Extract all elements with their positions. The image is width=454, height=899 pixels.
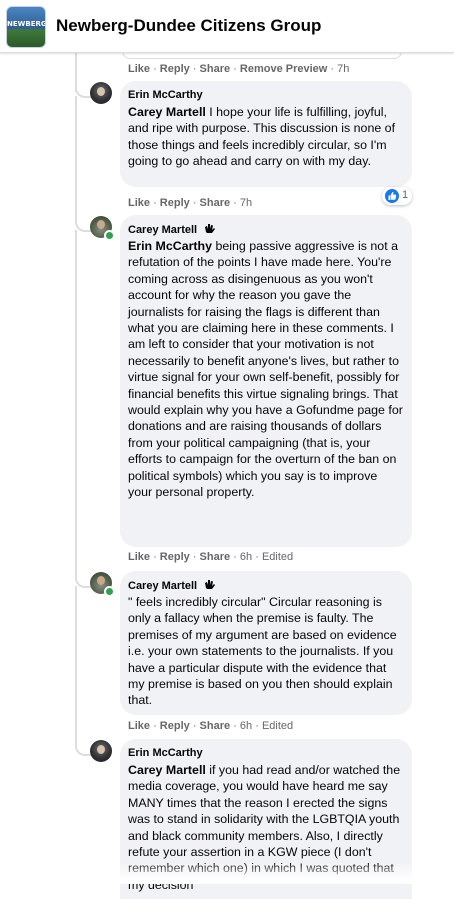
like-link[interactable]: Like <box>128 197 150 209</box>
comment-body: " feels incredibly circular" Circular re… <box>128 595 397 708</box>
comment-time[interactable]: 7h <box>240 197 252 209</box>
reaction-count: 1 <box>402 189 409 201</box>
thread-line <box>75 586 77 744</box>
comment-actions: Like · Reply · Share · 6h · Edited <box>128 720 294 732</box>
share-link[interactable]: Share <box>200 551 231 563</box>
comment-author[interactable]: Erin McCarthy <box>128 746 404 762</box>
group-logo[interactable]: NEWBERG <box>6 6 46 48</box>
comment-author[interactable]: Erin McCarthy <box>128 88 404 104</box>
comment-time[interactable]: 6h <box>240 551 252 563</box>
thread-branch <box>75 742 91 756</box>
comment-author-row: Carey Martell <box>128 578 404 594</box>
thread-line <box>75 96 77 220</box>
like-link[interactable]: Like <box>128 63 150 75</box>
comment-actions: Like · Reply · Share · 6h · Edited <box>128 551 294 563</box>
comment-bubble: Erin McCarthy Carey Martell I hope your … <box>120 81 412 187</box>
thread-branch <box>75 84 91 98</box>
remove-preview-link[interactable]: Remove Preview <box>240 63 327 75</box>
comment-actions: Like · Reply · Share · Remove Preview · … <box>128 63 350 75</box>
mention-link[interactable]: Carey Martell <box>128 763 206 777</box>
like-reaction-icon <box>385 189 399 203</box>
group-name[interactable]: Newberg-Dundee Citizens Group <box>56 16 321 36</box>
share-link[interactable]: Share <box>200 720 231 732</box>
comment-text: Erin McCarthy being passive aggressive i… <box>128 238 404 501</box>
thread-branch <box>75 574 91 588</box>
thread-line <box>75 230 77 576</box>
clapping-hands-badge-icon[interactable] <box>203 578 217 594</box>
comment-text: Carey Martell I hope your life is fulfil… <box>128 104 404 170</box>
reply-link[interactable]: Reply <box>160 551 190 563</box>
comment-bubble: Carey Martell Erin McCarthy being passiv… <box>120 215 412 547</box>
comment-author-row: Carey Martell <box>128 222 404 238</box>
avatar[interactable] <box>90 740 112 762</box>
comment-time[interactable]: 7h <box>337 63 349 75</box>
online-status-dot <box>104 586 115 597</box>
comment-author[interactable]: Carey Martell <box>128 580 197 592</box>
mention-link[interactable]: Carey Martell <box>128 105 206 119</box>
reply-link[interactable]: Reply <box>160 197 190 209</box>
thread-branch <box>75 218 91 232</box>
share-link[interactable]: Share <box>200 63 231 75</box>
share-link[interactable]: Share <box>200 197 231 209</box>
group-header: NEWBERG Newberg-Dundee Citizens Group <box>0 0 454 53</box>
comment-actions: Like · Reply · Share · 7h <box>128 197 253 209</box>
comment-time[interactable]: 6h <box>240 720 252 732</box>
comment-text: " feels incredibly circular" Circular re… <box>128 594 404 709</box>
bottom-fade <box>0 862 454 884</box>
comment-author[interactable]: Carey Martell <box>128 224 197 236</box>
mention-link[interactable]: Erin McCarthy <box>128 239 212 253</box>
like-link[interactable]: Like <box>128 551 150 563</box>
edited-label[interactable]: Edited <box>262 720 293 732</box>
edited-label[interactable]: Edited <box>262 551 293 563</box>
like-link[interactable]: Like <box>128 720 150 732</box>
group-logo-text: NEWBERG <box>7 20 46 28</box>
reply-link[interactable]: Reply <box>160 63 190 75</box>
reply-link[interactable]: Reply <box>160 720 190 732</box>
reaction-count-badge[interactable]: 1 <box>382 187 412 205</box>
online-status-dot <box>104 230 115 241</box>
avatar[interactable] <box>90 82 112 104</box>
comment-body: being passive aggressive is not a refuta… <box>128 239 403 500</box>
comment-bubble: Carey Martell " feels incredibly circula… <box>120 571 412 715</box>
clapping-hands-badge-icon[interactable] <box>203 222 217 238</box>
